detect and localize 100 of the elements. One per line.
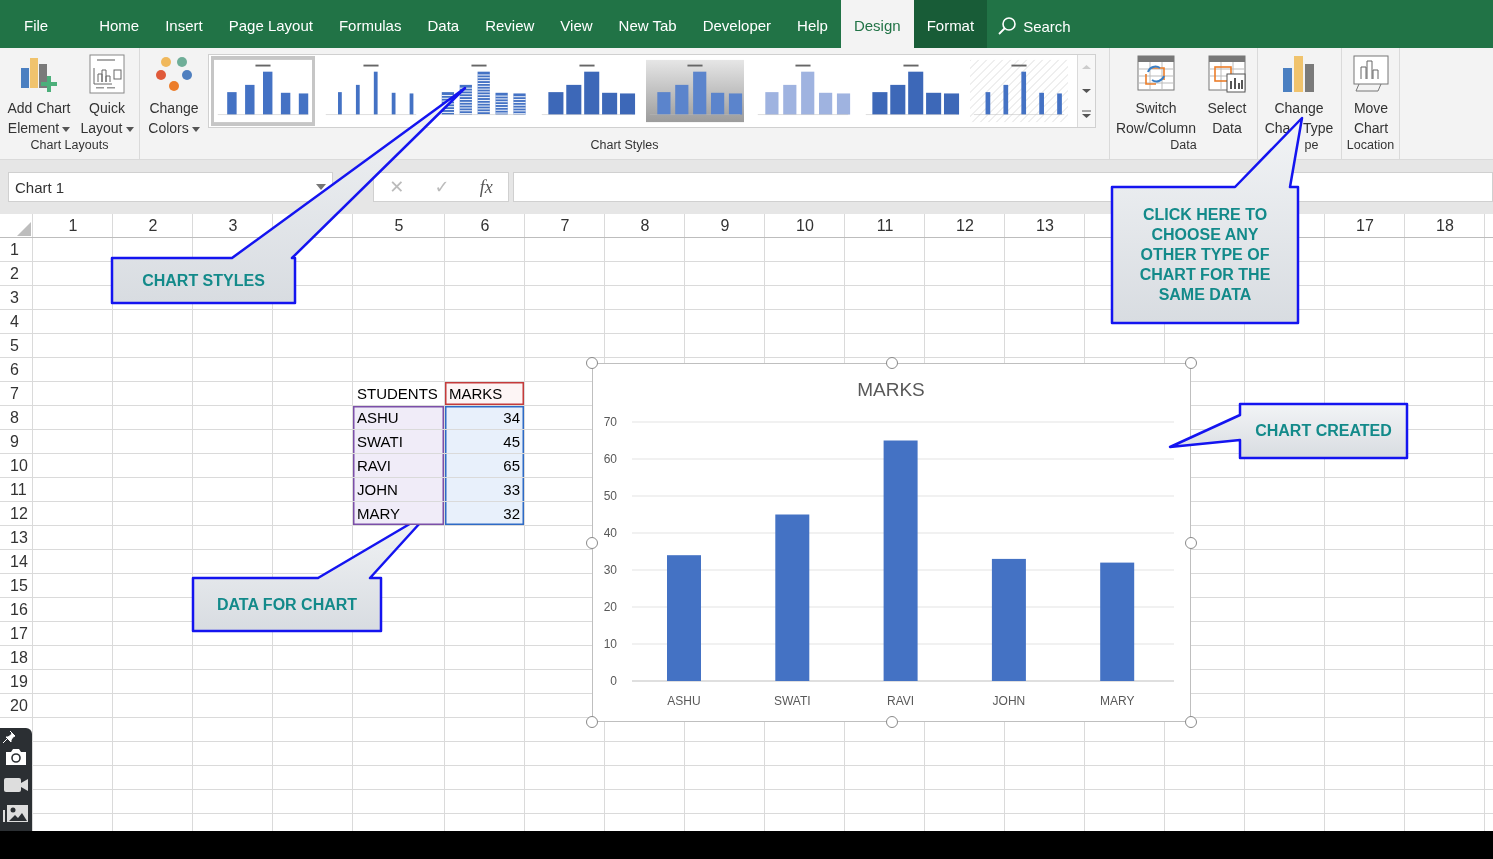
ribbon-button[interactable]: Move Chart [1344,54,1398,136]
switch-icon [1136,54,1176,94]
table-cell: RAVI [353,454,444,477]
row-header[interactable]: 7 [10,385,19,403]
row-header[interactable]: 11 [10,481,27,499]
column-header[interactable]: 5 [394,217,404,235]
ribbon-tab[interactable]: View [547,0,606,48]
row-header[interactable]: 17 [10,625,28,643]
group-label: pe [1303,137,1320,154]
row-header[interactable]: 20 [10,697,28,715]
ribbon-button[interactable]: Quick Layout [76,54,138,136]
search-box[interactable]: Search [997,12,1071,36]
column-header[interactable]: 7 [560,217,570,235]
select-all-icon[interactable] [17,222,31,236]
ribbon-button[interactable]: Select Data [1200,54,1254,136]
row-header[interactable]: 10 [10,457,28,475]
column-header[interactable]: 3 [228,217,238,235]
camera-icon[interactable] [4,748,28,766]
table-cell: MARKS [445,382,524,405]
group-label: Location [1345,137,1396,154]
ribbon-tab[interactable]: Insert [152,0,216,48]
column-header[interactable]: 18 [1436,217,1454,235]
table-icon [1207,54,1247,94]
ribbon-tab[interactable]: Page Layout [215,0,326,48]
chart-area[interactable]: MARKS 0 10 20 30 40 50 60 70 ASHU SWATI RAVI JOHN MARY [592,363,1191,722]
row-header[interactable]: 12 [10,505,28,523]
name-box[interactable]: Chart 1 [8,172,333,202]
axis-label: ASHU [667,694,701,708]
ribbon-button[interactable]: Add Chart Element [2,54,76,136]
axis-label: 40 [603,526,617,540]
column-header[interactable]: 1 [68,217,78,235]
search-label: Search [1023,17,1071,35]
ribbon-button[interactable]: Change Colors [142,54,206,136]
row-header[interactable]: 8 [10,409,19,427]
group-label: Data [1169,137,1198,154]
image-icon[interactable] [3,804,29,822]
ribbon-tab[interactable]: Home [86,0,153,48]
column-header[interactable]: 2 [148,217,158,235]
group-label: Chart Styles [589,137,660,154]
pin-icon[interactable] [2,730,16,744]
axis-label: SWATI [773,694,811,708]
ribbon-tab[interactable]: New Tab [605,0,690,48]
name-box-value: Chart 1 [15,178,65,196]
row-header[interactable]: 2 [10,265,19,283]
axis-label: 30 [603,563,617,577]
group-label: Chart Layouts [29,137,110,154]
callout-text: DATA FOR CHART [216,594,358,615]
row-header[interactable]: 1 [10,241,19,259]
row-header[interactable]: 14 [10,553,28,571]
caret-icon [191,126,200,132]
resize-handle[interactable] [586,716,598,728]
ribbon-tab[interactable]: Developer [689,0,785,48]
row-header[interactable]: 18 [10,649,28,667]
axis-label: 0 [610,674,617,688]
ribbon-tab[interactable]: Review [472,0,548,48]
column-header[interactable]: 13 [1036,217,1054,235]
column-header[interactable]: 12 [956,217,974,235]
callout-text: CHART STYLES [142,270,265,291]
row-header[interactable]: 16 [10,601,28,619]
chart-style-thumbnail[interactable] [211,56,315,126]
row-header[interactable]: 19 [10,673,28,691]
layout-icon [87,54,127,94]
row-header[interactable]: 9 [10,433,19,451]
table-cell: 32 [445,502,524,525]
column-header[interactable]: 9 [720,217,730,235]
chart-title: MARKS [857,379,925,400]
column-header[interactable]: 17 [1356,217,1374,235]
table-cell: MARY [353,502,444,525]
ribbon-tab[interactable]: Design [840,0,914,48]
column-header[interactable]: 8 [640,217,650,235]
axis-label: MARY [1099,694,1135,708]
video-camera-icon[interactable] [3,776,29,794]
column-header[interactable]: 10 [796,217,814,235]
caret-icon [125,126,134,132]
column-header[interactable]: 11 [876,217,894,235]
row-header[interactable]: 4 [10,313,19,331]
row-header[interactable]: 15 [10,577,28,595]
axis-label: 20 [603,600,617,614]
table-cell: 65 [445,454,524,477]
more-styles-button[interactable] [1078,103,1095,127]
ribbon-tab[interactable]: Data [414,0,473,48]
ribbon-button[interactable]: Change Cha Type [1260,54,1338,136]
ribbon-tab[interactable]: File [11,0,87,48]
ribbon-tab[interactable]: Format [913,0,988,48]
palette-icon [154,54,194,94]
ribbon-tab[interactable]: Formulas [325,0,415,48]
axis-label: 10 [603,637,617,651]
row-header[interactable]: 5 [10,337,19,355]
table-cell: SWATI [353,430,444,453]
ribbon-button[interactable]: Switch Row/Column [1112,54,1200,136]
row-header[interactable]: 13 [10,529,28,547]
insert-function-button[interactable]: fx [479,176,493,198]
ribbon-tab[interactable]: Help [784,0,841,48]
column-header[interactable]: 6 [480,217,490,235]
row-header[interactable]: 6 [10,361,19,379]
table-cell: 34 [445,406,524,429]
axis-label: JOHN [992,694,1026,708]
search-icon [997,16,1018,36]
resize-handle[interactable] [1185,716,1197,728]
row-header[interactable]: 3 [10,289,19,307]
